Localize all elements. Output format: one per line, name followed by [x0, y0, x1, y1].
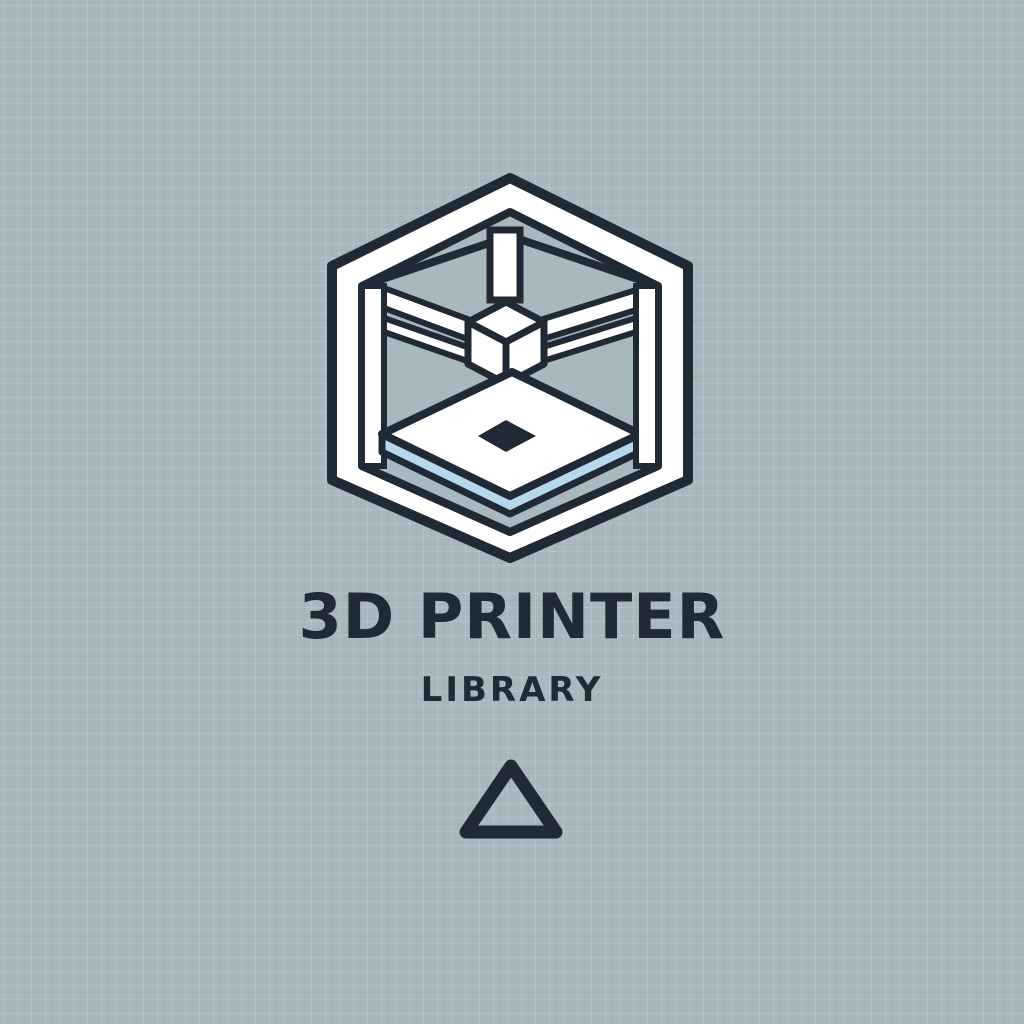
- triangle-outline-icon: [459, 759, 563, 839]
- logo-title: 3D PRINTER: [298, 580, 726, 653]
- logo-subtitle: LIBRARY: [420, 670, 604, 710]
- logo-canvas: 3D PRINTER LIBRARY: [0, 0, 1024, 1024]
- frame-right-post: [633, 283, 661, 469]
- z-rod: [486, 226, 524, 304]
- 3d-printer-cube-icon: [327, 173, 693, 563]
